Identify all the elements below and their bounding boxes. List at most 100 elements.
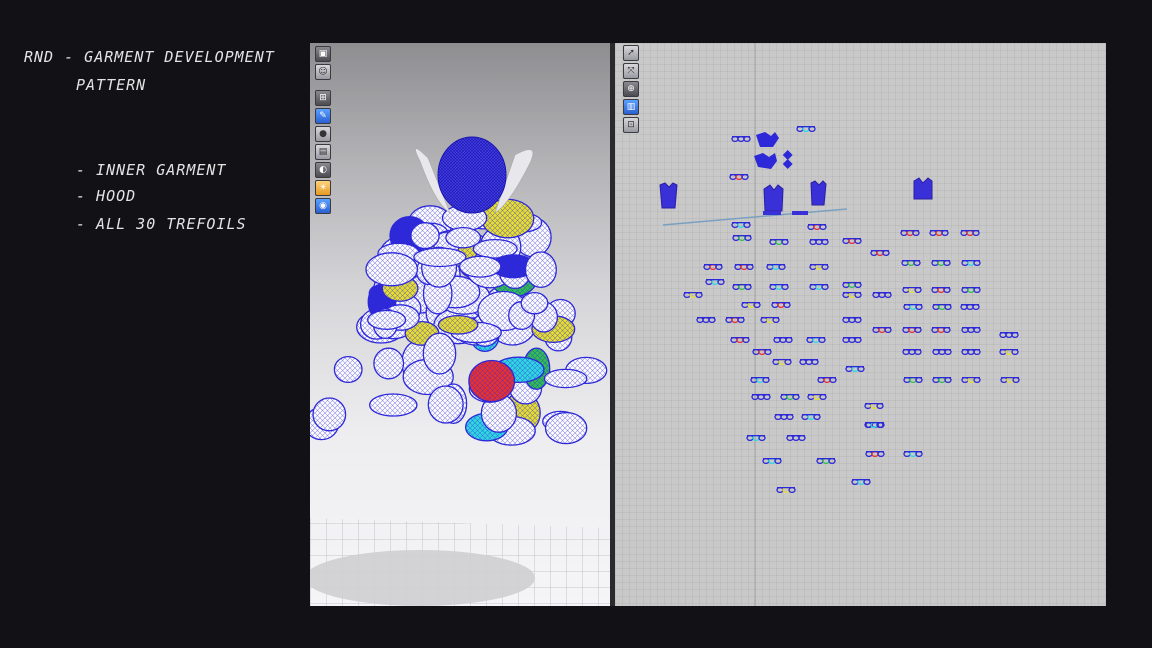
- trefoil-piece: [729, 173, 749, 181]
- trefoil-piece: [683, 291, 703, 299]
- trefoil-blob-mesh: [445, 227, 481, 248]
- shade-icon[interactable]: ◐: [315, 162, 331, 178]
- trefoil-piece: [864, 402, 884, 410]
- trefoil-piece: [932, 303, 952, 311]
- note-subtitle: PATTERN: [76, 76, 147, 94]
- trefoil-piece: [809, 238, 829, 246]
- trefoil-piece: [929, 229, 949, 237]
- trefoil-piece: [816, 457, 836, 465]
- trefoil-piece: [999, 331, 1019, 339]
- trefoil-piece: [769, 238, 789, 246]
- trefoil-piece: [780, 393, 800, 401]
- trefoil-piece: [731, 135, 751, 143]
- brush-icon[interactable]: ✎: [315, 108, 331, 124]
- trefoil-blob-mesh: [366, 252, 418, 286]
- trefoil-piece: [705, 278, 725, 286]
- render-icon[interactable]: ▣: [315, 46, 331, 62]
- trefoil-piece: [932, 348, 952, 356]
- trefoil-piece: [961, 326, 981, 334]
- trefoil-blob-mesh: [423, 333, 456, 374]
- trefoil-piece: [902, 348, 922, 356]
- select-icon[interactable]: ➚: [623, 45, 639, 61]
- trefoil-piece: [842, 336, 862, 344]
- trefoil-piece: [903, 303, 923, 311]
- trefoil-piece: [732, 283, 752, 291]
- globe-icon[interactable]: ◉: [315, 198, 331, 214]
- trefoil-piece: [842, 281, 862, 289]
- trefoil-piece: [786, 434, 806, 442]
- trefoil-piece: [870, 249, 890, 257]
- trefoil-blob-mesh: [373, 348, 404, 379]
- trefoil-piece: [750, 376, 770, 384]
- trefoil-piece: [801, 413, 821, 421]
- trefoil-blob-mesh: [459, 256, 501, 278]
- layer-icon[interactable]: ▥: [623, 99, 639, 115]
- trefoil-piece: [741, 301, 761, 309]
- trefoil-piece: [809, 263, 829, 271]
- trefoil-piece: [696, 316, 716, 324]
- trefoil-blob-mesh: [545, 412, 587, 444]
- trefoil-piece: [817, 376, 837, 384]
- trefoil-blob-mesh: [525, 252, 557, 288]
- trefoil-piece: [961, 286, 981, 294]
- trefoil-piece: [842, 316, 862, 324]
- note-item-hood: - HOOD: [76, 187, 137, 205]
- trefoil-blob-mesh: [468, 360, 515, 402]
- trefoil-piece: [961, 348, 981, 356]
- trefoil-piece: [725, 316, 745, 324]
- trefoil-piece: [796, 125, 816, 133]
- trefoil-piece: [961, 376, 981, 384]
- hood-pieces: [754, 132, 793, 169]
- trefoil-piece: [931, 286, 951, 294]
- trefoil-piece: [872, 326, 892, 334]
- trefoil-blob-mesh: [334, 356, 362, 383]
- trefoil-piece: [752, 348, 772, 356]
- trefoil-piece: [842, 237, 862, 245]
- trefoil-piece: [932, 376, 952, 384]
- trefoil-piece: [769, 283, 789, 291]
- viewport-2d[interactable]: ➚ ⤧ ⊕ ▥ ⊡: [615, 43, 1106, 606]
- trefoil-piece: [773, 336, 793, 344]
- trefoil-blob-mesh: [369, 394, 417, 416]
- floor-shadow: [310, 550, 535, 606]
- viewport-3d-toolbar: ▣ ☺ ⊞ ✎ ● ▤ ◐ ☀ ◉: [315, 46, 331, 214]
- trefoil-blob-mesh: [428, 386, 464, 423]
- zoom-icon[interactable]: ⊕: [623, 81, 639, 97]
- note-title: RND - GARMENT DEVELOPMENT: [24, 48, 275, 66]
- notes-area: RND - GARMENT DEVELOPMENT PATTERN - INNE…: [0, 0, 300, 648]
- note-item-trefoils: - ALL 30 TREFOILS: [76, 215, 247, 233]
- trefoil-piece: [746, 434, 766, 442]
- trefoil-piece: [842, 291, 862, 299]
- inner-garment-pieces: [659, 177, 933, 215]
- trefoil-piece: [872, 291, 892, 299]
- trefoil-pieces: [683, 125, 1020, 494]
- trefoil-piece: [771, 301, 791, 309]
- trefoil-piece: [903, 376, 923, 384]
- trefoil-piece: [734, 263, 754, 271]
- trefoil-blobs: [310, 198, 608, 446]
- trefoil-piece: [772, 358, 792, 366]
- trefoil-piece: [762, 457, 782, 465]
- trefoil-piece: [807, 223, 827, 231]
- trefoil-piece: [766, 263, 786, 271]
- trefoil-blob-mesh: [413, 248, 466, 267]
- pattern-layout: [659, 43, 1020, 606]
- arrange-icon[interactable]: ⊞: [315, 90, 331, 106]
- avatar-icon[interactable]: ☺: [315, 64, 331, 80]
- trefoil-piece: [845, 365, 865, 373]
- trefoil-piece: [999, 348, 1019, 356]
- trefoil-piece: [731, 221, 751, 229]
- viewport-3d[interactable]: ▣ ☺ ⊞ ✎ ● ▤ ◐ ☀ ◉: [310, 43, 610, 606]
- light-icon[interactable]: ☀: [315, 180, 331, 196]
- lock-icon[interactable]: ⊡: [623, 117, 639, 133]
- trefoil-piece: [851, 478, 871, 486]
- transform-icon[interactable]: ⤧: [623, 63, 639, 79]
- pin-icon[interactable]: ●: [315, 126, 331, 142]
- trefoil-piece: [774, 413, 794, 421]
- fabric-icon[interactable]: ▤: [315, 144, 331, 160]
- trefoil-piece: [961, 259, 981, 267]
- trefoil-piece: [865, 450, 885, 458]
- note-item-inner-garment: - INNER GARMENT: [76, 161, 227, 179]
- trefoil-piece: [807, 393, 827, 401]
- trefoil-blob-mesh: [521, 292, 548, 314]
